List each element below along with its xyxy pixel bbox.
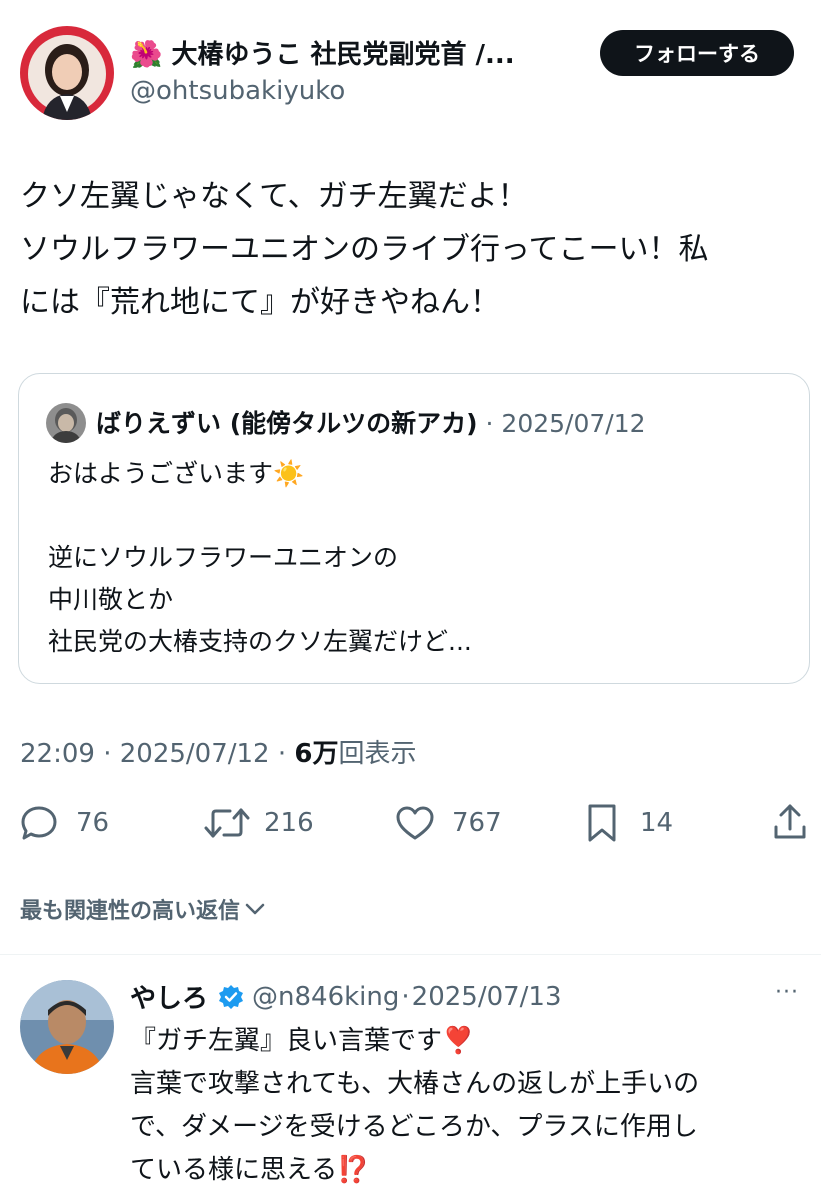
tweet-time[interactable]: 22:09 [20,739,95,769]
meta-separator: · [277,739,287,769]
more-options-icon[interactable]: ··· [775,980,799,1005]
reply-handle[interactable]: @n846king [252,982,399,1012]
hibiscus-emoji: 🌺 [130,40,163,70]
quote-blank-line [48,495,472,537]
tweet-line: ソウルフラワーユニオンのライブ行ってこーい！私 [20,232,709,267]
quote-line: 社民党の大椿支持のクソ左翼だけど... [48,627,472,656]
bookmark-count[interactable]: 14 [640,808,673,838]
quote-line: おはようございます☀️ [48,453,472,495]
quote-body: おはようございます☀️ 逆にソウルフラワーユニオンの 中川敬とか 社民党の大椿支… [48,453,472,663]
reply-line: 言葉で攻撃されても、大椿さんの返しが上手いの [130,1069,700,1099]
quote-greeting: おはようございます [48,459,274,488]
reply-author-avatar[interactable] [20,980,114,1074]
quote-line: 逆にソウルフラワーユニオンの [48,543,399,572]
reply-icon[interactable] [20,805,58,841]
views-count: 6万 [294,739,339,769]
reply-count[interactable]: 76 [76,808,109,838]
views-label: 回表示 [338,739,417,769]
tweet-line: クソ左翼じゃなくて、ガチ左翼だよ！ [20,179,528,214]
retweet-count[interactable]: 216 [264,808,314,838]
tweet-meta: 22:09 · 2025/07/12 · 6万回表示 [20,733,417,770]
bookmark-icon[interactable] [586,803,618,843]
heart-icon[interactable] [395,805,435,841]
replies-sort-label: 最も関連性の高い返信 [20,899,241,924]
reply-date[interactable]: 2025/07/13 [412,982,562,1012]
tweet-text: クソ左翼じゃなくて、ガチ左翼だよ！ ソウルフラワーユニオンのライブ行ってこーい！… [20,170,805,329]
quote-date: 2025/07/12 [501,409,646,438]
reply-author-name[interactable]: やしろ [130,978,208,1015]
sun-emoji: ☀️ [273,459,305,488]
heart-exclamation-emoji: ❣️ [442,1026,475,1056]
reply-separator: · [401,981,410,1012]
meta-separator: · [103,739,112,769]
author-display-name[interactable]: 大椿ゆうこ 社民党副党首 /... [171,40,514,70]
like-count[interactable]: 767 [452,808,502,838]
tweet-line: には『荒れ地にて』が好きやねん！ [20,285,500,320]
author-avatar[interactable] [20,26,114,120]
quote-author-avatar [46,403,86,443]
share-icon[interactable] [772,803,808,841]
author-name-row[interactable]: 🌺 大椿ゆうこ 社民党副党首 /... [130,34,515,71]
replies-sort-dropdown[interactable]: 最も関連性の高い返信 [20,893,266,925]
quote-separator: · [485,409,494,438]
chevron-down-icon [244,902,266,916]
reply-header: やしろ @n846king · 2025/07/13 [130,978,562,1015]
verified-badge-icon [218,984,244,1010]
reply-line: ている様に思える⁉️ [130,1149,699,1192]
reply-text: ている様に思える [130,1155,338,1185]
follow-button[interactable]: フォローする [600,30,794,76]
reply-text: 『ガチ左翼』良い言葉です [130,1026,443,1056]
quote-author-name: ばりえずい (能傍タルツの新アカ) [96,409,478,438]
interrobang-emoji: ⁉️ [337,1155,370,1185]
author-handle[interactable]: @ohtsubakiyuko [130,76,345,106]
reply-line: 『ガチ左翼』良い言葉です❣️ [130,1020,699,1063]
reply-line: で、ダメージを受けるどころか、プラスに作用し [130,1112,698,1142]
retweet-icon[interactable] [204,806,250,840]
quote-line: 中川敬とか [48,585,174,614]
tweet-date[interactable]: 2025/07/12 [120,739,270,769]
reply-body: 『ガチ左翼』良い言葉です❣️ 言葉で攻撃されても、大椿さんの返しが上手いの で、… [130,1020,699,1192]
divider [0,954,821,955]
quote-header: ばりえずい (能傍タルツの新アカ) · 2025/07/12 [96,404,646,440]
